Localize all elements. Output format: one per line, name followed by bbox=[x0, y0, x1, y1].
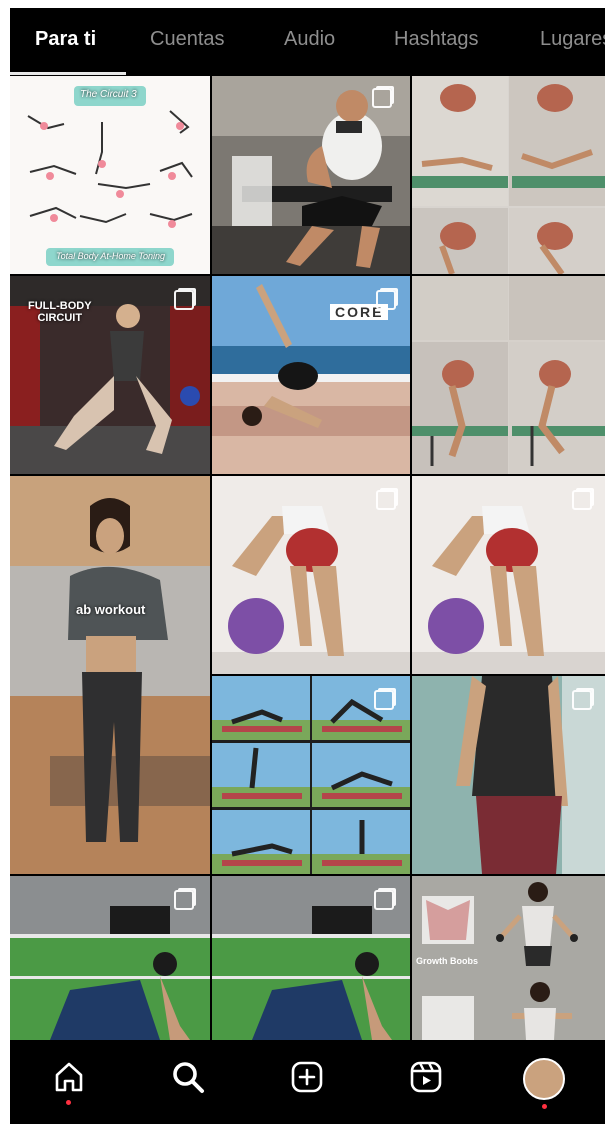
grid-post-exercise-chart-1[interactable] bbox=[412, 76, 605, 274]
tab-cuentas[interactable]: Cuentas bbox=[150, 26, 225, 52]
nav-search[interactable] bbox=[129, 1040, 248, 1124]
grid-post-circuit-diagram[interactable]: The Circuit 3 Total Body At-Home Toning bbox=[10, 76, 210, 274]
post-image bbox=[412, 276, 605, 474]
nav-create[interactable] bbox=[248, 1040, 367, 1124]
nav-profile[interactable] bbox=[486, 1040, 605, 1124]
grid-post-ab-workout[interactable]: ab workout bbox=[10, 476, 210, 874]
post-image bbox=[10, 476, 210, 874]
post-overlay-text: The Circuit 3 bbox=[80, 89, 137, 100]
grid-post-full-body-circuit[interactable]: FULL-BODY CIRCUIT bbox=[10, 276, 210, 474]
multi-photo-icon bbox=[572, 690, 592, 710]
profile-avatar bbox=[523, 1058, 565, 1100]
multi-photo-icon bbox=[174, 290, 194, 310]
multi-photo-icon bbox=[372, 88, 392, 108]
bottom-navigation-bar bbox=[10, 1040, 605, 1124]
tab-lugares[interactable]: Lugares bbox=[540, 26, 605, 52]
grid-post-glute-kickback-2[interactable] bbox=[412, 476, 605, 674]
tab-hashtags[interactable]: Hashtags bbox=[394, 26, 479, 52]
grid-post-turf-pushup-1[interactable] bbox=[10, 876, 210, 1040]
multi-photo-icon bbox=[174, 890, 194, 910]
post-overlay-text: Total Body At-Home Toning bbox=[56, 251, 166, 261]
multi-photo-icon bbox=[374, 890, 394, 910]
notification-dot bbox=[66, 1100, 71, 1105]
tab-para-ti[interactable]: Para ti bbox=[35, 26, 96, 52]
grid-post-outdoor-workout-grid[interactable] bbox=[212, 676, 410, 874]
post-overlay-text: Growth Boobs bbox=[416, 956, 478, 966]
post-image bbox=[27, 86, 193, 266]
nav-reels[interactable] bbox=[367, 1040, 486, 1124]
multi-photo-icon bbox=[376, 290, 396, 310]
grid-post-turf-pushup-2[interactable] bbox=[212, 876, 410, 1040]
grid-post-dumbbell-curl[interactable] bbox=[212, 76, 410, 274]
phone-screen: Para ti Cuentas Audio Hashtags Lugares bbox=[0, 0, 605, 1134]
multi-photo-icon bbox=[374, 690, 394, 710]
nav-home[interactable] bbox=[10, 1040, 129, 1124]
post-image bbox=[412, 76, 605, 274]
grid-post-exercise-chart-2[interactable] bbox=[412, 276, 605, 474]
grid-post-tank-top[interactable] bbox=[412, 676, 605, 874]
active-tab-indicator bbox=[10, 72, 126, 75]
grid-post-glute-kickback-1[interactable] bbox=[212, 476, 410, 674]
post-overlay-text: ab workout bbox=[76, 602, 146, 617]
explore-grid: The Circuit 3 Total Body At-Home Toning bbox=[10, 76, 605, 1040]
home-icon bbox=[55, 1062, 83, 1092]
instagram-explore: Para ti Cuentas Audio Hashtags Lugares bbox=[10, 8, 605, 1124]
post-overlay-text: FULL-BODY CIRCUIT bbox=[28, 300, 92, 324]
tab-audio[interactable]: Audio bbox=[284, 26, 335, 52]
search-icon bbox=[173, 1062, 204, 1093]
multi-photo-icon bbox=[572, 490, 592, 510]
grid-post-growth-boobs[interactable]: Growth Boobs bbox=[412, 876, 605, 1040]
create-post-icon bbox=[291, 1061, 323, 1093]
explore-tabs: Para ti Cuentas Audio Hashtags Lugares bbox=[10, 8, 605, 75]
reels-icon bbox=[410, 1061, 442, 1093]
grid-post-core-stretch[interactable]: CORE bbox=[212, 276, 410, 474]
notification-dot bbox=[542, 1104, 547, 1109]
multi-photo-icon bbox=[376, 490, 396, 510]
